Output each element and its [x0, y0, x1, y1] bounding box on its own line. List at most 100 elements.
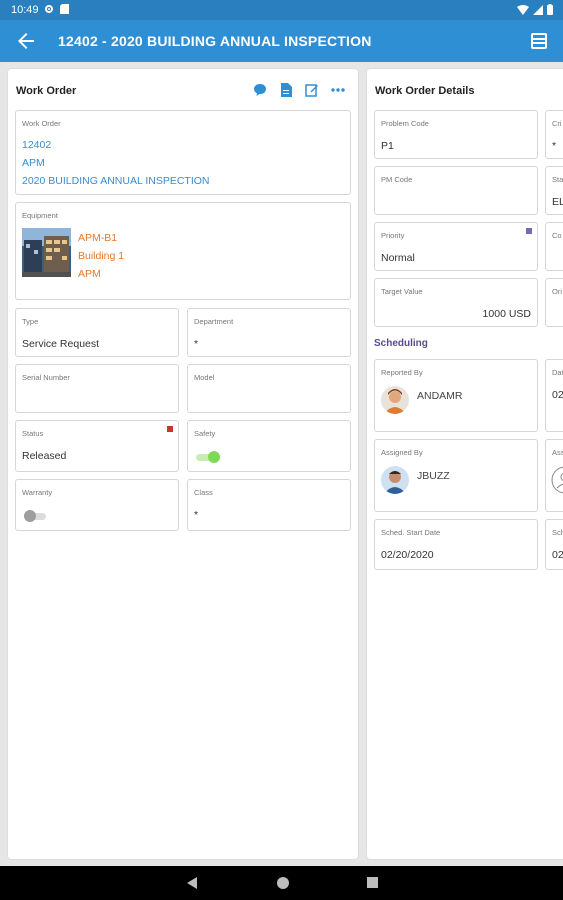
- department-value: *: [194, 338, 199, 350]
- problem-code-field[interactable]: Problem Code P1: [374, 110, 538, 159]
- class-field[interactable]: Class *: [187, 479, 351, 531]
- nav-recents-icon[interactable]: [366, 876, 379, 894]
- priority-value: Normal: [381, 252, 415, 264]
- status-time: 10:49: [11, 4, 39, 16]
- status-value: Released: [22, 450, 67, 462]
- problem-code-value: P1: [381, 140, 394, 152]
- panel-title-details: Work Order Details: [375, 85, 475, 97]
- status-field[interactable]: Status Released: [15, 420, 179, 472]
- date-reported-value: 02: [552, 389, 563, 401]
- edit-icon[interactable]: [304, 82, 320, 98]
- scheduling-section-title: Scheduling: [374, 338, 428, 349]
- sd-card-icon: [60, 4, 69, 17]
- status2-label: Sta: [552, 175, 563, 184]
- type-value: Service Request: [22, 338, 100, 350]
- reported-by-field[interactable]: Reported By ANDAMR: [374, 359, 538, 432]
- equipment-thumbnail[interactable]: [22, 228, 71, 277]
- warranty-label: Warranty: [22, 488, 53, 497]
- user-placeholder-icon: [551, 466, 563, 499]
- equipment-field[interactable]: Equipment APM-B1 Building 1 APM: [15, 202, 351, 300]
- department-field[interactable]: Department *: [187, 308, 351, 357]
- assigned-to-field[interactable]: Ass: [545, 439, 563, 512]
- safety-field: Safety: [187, 420, 351, 472]
- original-label: Ori: [552, 287, 562, 296]
- assigned-to-label: Ass: [552, 448, 563, 457]
- safety-label: Safety: [194, 429, 216, 438]
- type-label: Type: [22, 317, 39, 326]
- more-options-icon[interactable]: [330, 82, 346, 98]
- equipment-name-link[interactable]: Building 1: [78, 247, 124, 265]
- sched-end-date-label: Sch: [552, 528, 563, 537]
- target-value-value: 1000 USD: [482, 308, 531, 320]
- reported-by-label: Reported By: [381, 368, 423, 377]
- work-order-details-panel: Work Order Details Problem Code P1 Cri *…: [367, 69, 563, 859]
- work-order-field[interactable]: Work Order 12402 APM 2020 BUILDING ANNUA…: [15, 110, 351, 195]
- assigned-by-field[interactable]: Assigned By JBUZZ: [374, 439, 538, 512]
- work-order-org-link[interactable]: APM: [22, 154, 210, 172]
- sched-end-date-field[interactable]: Sch 02: [545, 519, 563, 570]
- work-order-description-link[interactable]: 2020 BUILDING ANNUAL INSPECTION: [22, 172, 210, 190]
- battery-icon: [547, 4, 553, 18]
- equipment-code-link[interactable]: APM-B1: [78, 229, 124, 247]
- serial-number-field[interactable]: Serial Number: [15, 364, 179, 413]
- safety-toggle[interactable]: [196, 451, 220, 463]
- sched-start-date-label: Sched. Start Date: [381, 528, 441, 537]
- layout-toggle-icon[interactable]: [529, 31, 549, 51]
- work-order-number-link[interactable]: 12402: [22, 136, 210, 154]
- pm-code-label: PM Code: [381, 175, 413, 184]
- status-bar: 10:49: [0, 0, 563, 20]
- serial-number-label: Serial Number: [22, 373, 70, 382]
- reported-by-name: ANDAMR: [417, 390, 463, 402]
- warranty-toggle[interactable]: [24, 510, 48, 522]
- back-arrow-icon[interactable]: [14, 29, 38, 53]
- warranty-field: Warranty: [15, 479, 179, 531]
- priority-indicator-icon: [526, 228, 532, 234]
- sched-start-date-value: 02/20/2020: [381, 549, 434, 561]
- original-field[interactable]: Ori: [545, 278, 563, 327]
- sched-start-date-field[interactable]: Sched. Start Date 02/20/2020: [374, 519, 538, 570]
- class-label: Class: [194, 488, 213, 497]
- equipment-label: Equipment: [22, 211, 58, 220]
- app-bar: 12402 - 2020 BUILDING ANNUAL INSPECTION: [0, 20, 563, 62]
- date-reported-field[interactable]: Dat 02: [545, 359, 563, 432]
- safety-toggle-knob: [208, 451, 220, 463]
- criticality-field[interactable]: Cri *: [545, 110, 563, 159]
- target-value-field[interactable]: Target Value 1000 USD: [374, 278, 538, 327]
- type-field[interactable]: Type Service Request: [15, 308, 179, 357]
- pm-code-field[interactable]: PM Code: [374, 166, 538, 215]
- status-label: Status: [22, 429, 44, 438]
- nav-back-icon[interactable]: [186, 876, 198, 895]
- assigned-by-label: Assigned By: [381, 448, 423, 457]
- cost-code-field[interactable]: Co: [545, 222, 563, 271]
- class-value: *: [194, 509, 199, 521]
- nav-home-icon[interactable]: [276, 876, 290, 895]
- document-icon[interactable]: [278, 82, 294, 98]
- work-order-label: Work Order: [22, 119, 61, 128]
- panel-title-work-order: Work Order: [16, 85, 77, 97]
- assigned-by-avatar: [381, 466, 409, 494]
- signal-icon: [533, 4, 543, 18]
- department-label: Department: [194, 317, 234, 326]
- warranty-toggle-knob: [24, 510, 36, 522]
- criticality-label: Cri: [552, 119, 562, 128]
- model-label: Model: [194, 373, 215, 382]
- assigned-by-name: JBUZZ: [417, 470, 450, 482]
- status-indicator-icon: [167, 426, 173, 432]
- model-field[interactable]: Model: [187, 364, 351, 413]
- criticality-value: *: [552, 140, 557, 152]
- priority-label: Priority: [381, 231, 405, 240]
- wifi-icon: [517, 4, 529, 18]
- page-title: 12402 - 2020 BUILDING ANNUAL INSPECTION: [58, 33, 372, 49]
- date-reported-label: Dat: [552, 368, 563, 377]
- cost-code-label: Co: [552, 231, 562, 240]
- system-nav-bar: [0, 866, 563, 900]
- problem-code-label: Problem Code: [381, 119, 429, 128]
- reported-by-avatar: [381, 386, 409, 414]
- comment-icon[interactable]: [252, 82, 268, 98]
- priority-field[interactable]: Priority Normal: [374, 222, 538, 271]
- work-order-panel: Work Order Work Order 12402 APM 2020 BUI…: [8, 69, 358, 859]
- status2-field[interactable]: Sta EL: [545, 166, 563, 215]
- status2-value: EL: [552, 196, 563, 208]
- settings-gear-icon: [44, 4, 54, 17]
- equipment-org-link[interactable]: APM: [78, 265, 124, 283]
